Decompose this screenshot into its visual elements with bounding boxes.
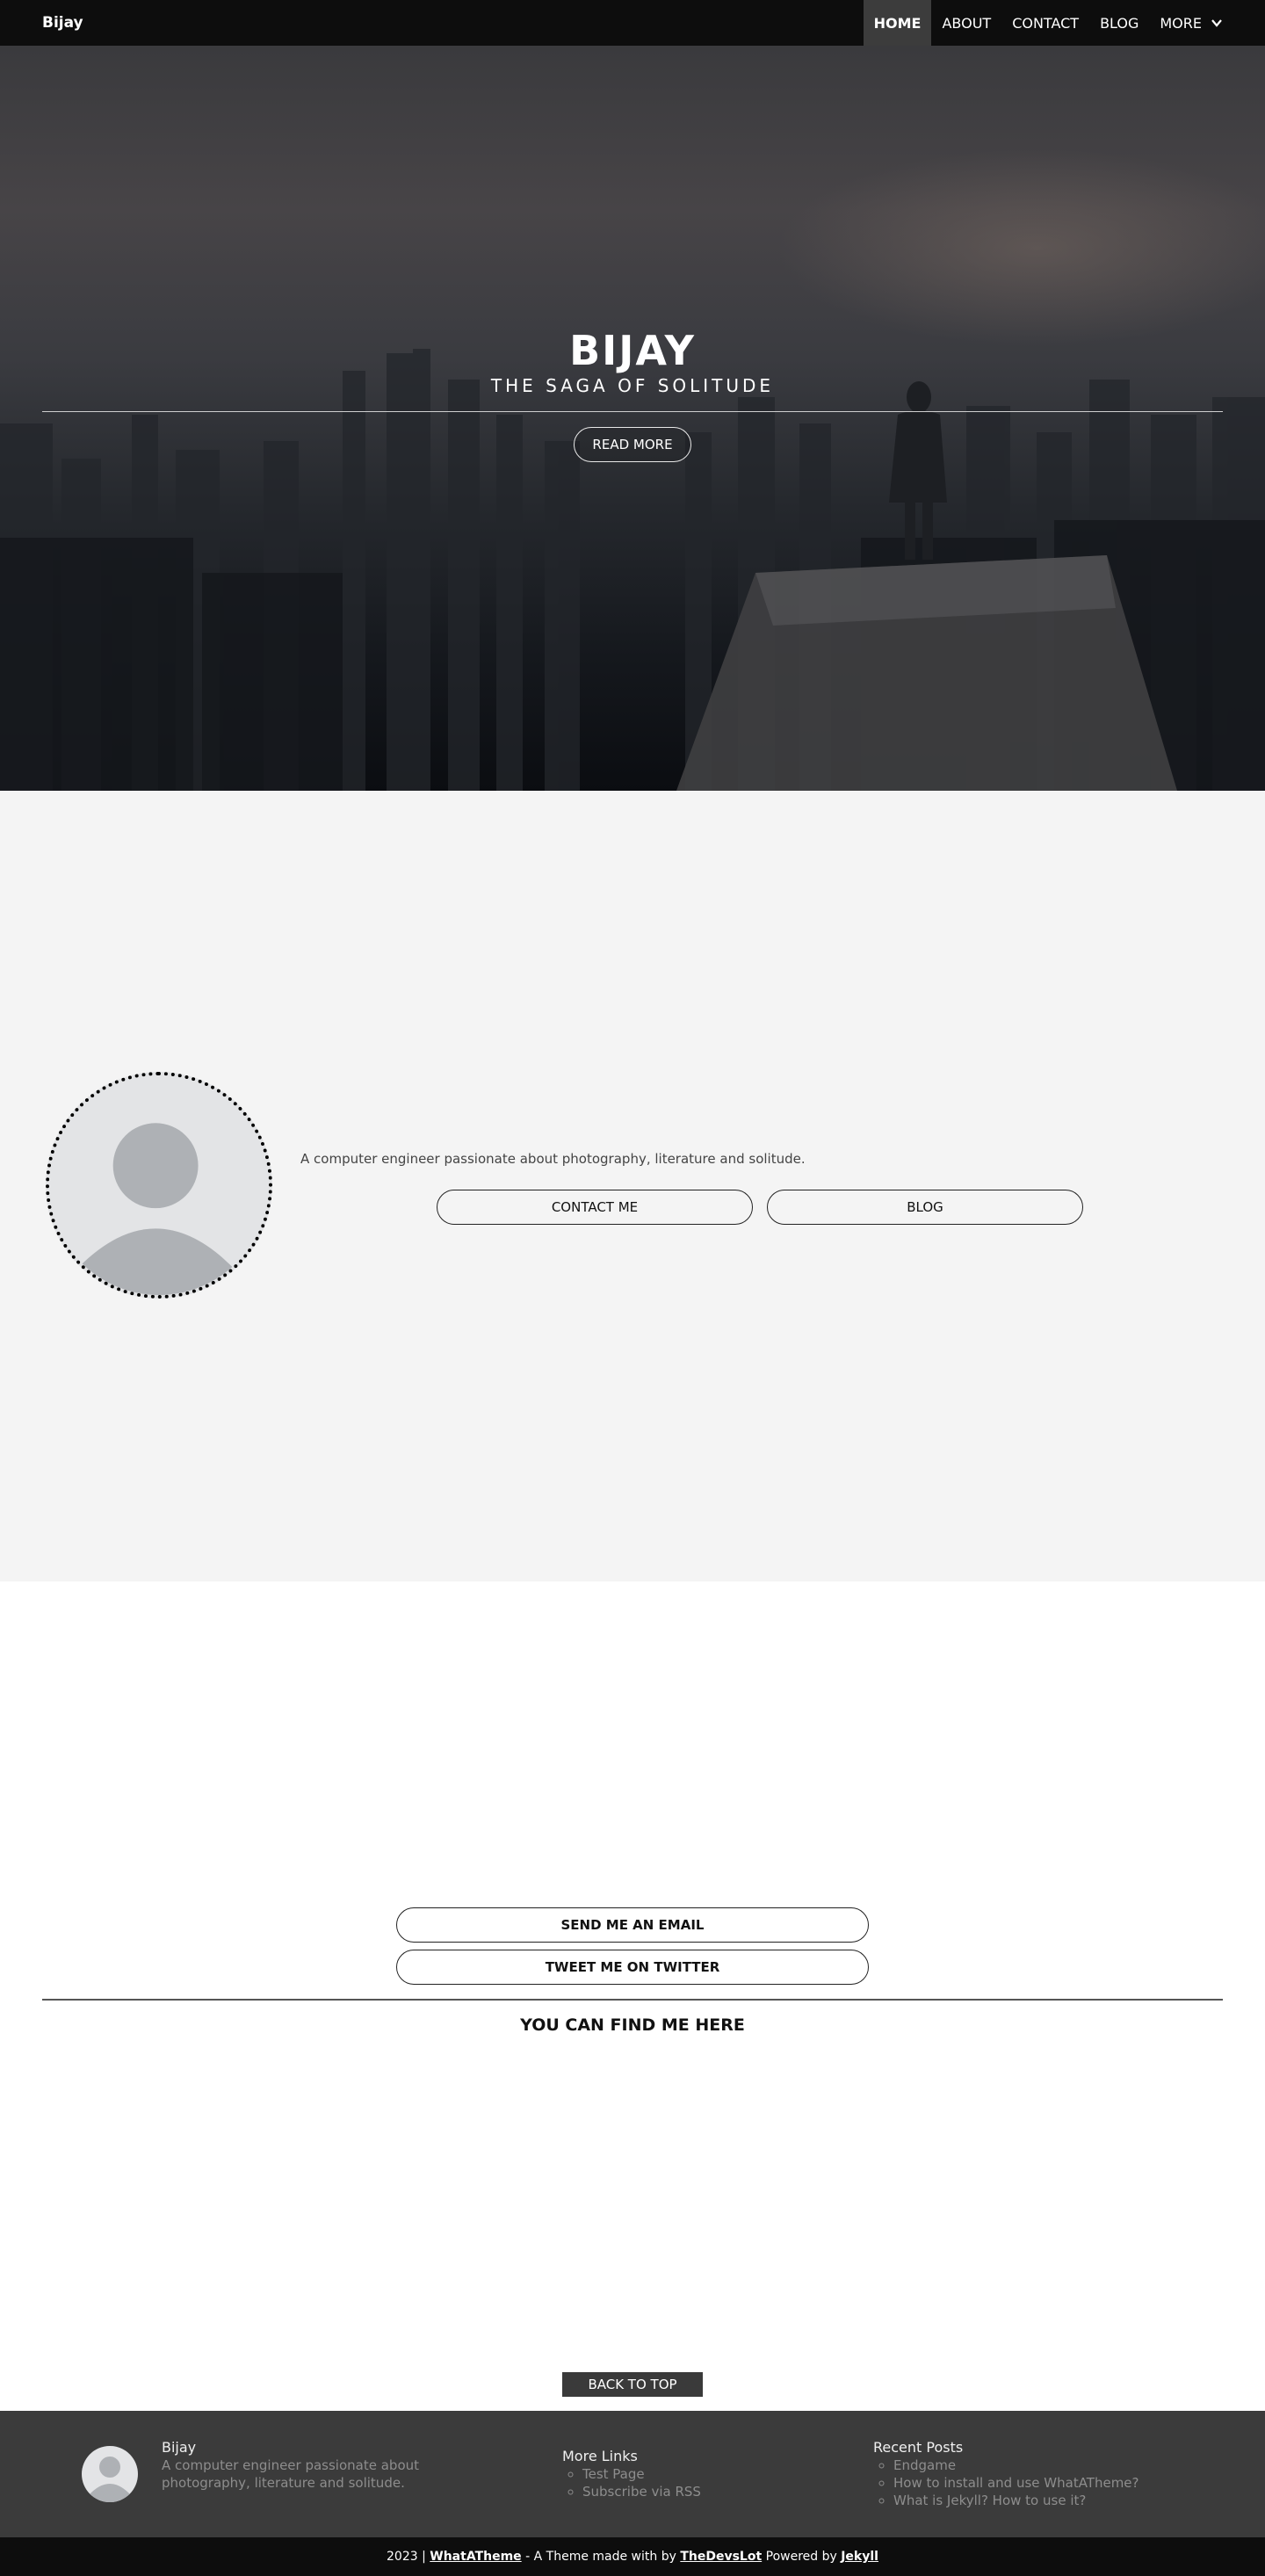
theme-link[interactable]: WhatATheme — [430, 2550, 521, 2564]
footer-bio: A computer engineer passionate about pho… — [162, 2457, 420, 2491]
hero-divider — [42, 411, 1223, 412]
hero-section: BIJAY THE SAGA OF SOLITUDE READ MORE — [0, 46, 1265, 791]
contact-section: SEND ME AN EMAIL TWEET ME ON TWITTER YOU… — [0, 1581, 1265, 2411]
nav-home[interactable]: HOME — [863, 0, 932, 46]
more-links-heading: More Links — [562, 2448, 638, 2464]
contact-divider — [42, 1999, 1223, 2001]
recent-post-endgame[interactable]: Endgame — [893, 2457, 1139, 2474]
copyright-powered: Powered by — [762, 2550, 842, 2564]
jekyll-link[interactable]: Jekyll — [841, 2550, 878, 2564]
site-footer: Bijay A computer engineer passionate abo… — [0, 2411, 1265, 2537]
more-links-list: Test Page Subscribe via RSS — [563, 2465, 701, 2500]
recent-post-jekyll[interactable]: What is Jekyll? How to use it? — [893, 2492, 1139, 2509]
footer-link-test-page[interactable]: Test Page — [582, 2465, 701, 2483]
footer-avatar — [82, 2446, 138, 2502]
footer-name: Bijay — [162, 2439, 197, 2456]
contact-me-button[interactable]: CONTACT ME — [437, 1190, 753, 1225]
recent-posts-list: Endgame How to install and use WhatAThem… — [874, 2457, 1139, 2509]
nav-contact[interactable]: CONTACT — [1001, 0, 1089, 46]
hero-title: BIJAY — [569, 327, 696, 374]
read-more-button[interactable]: READ MORE — [574, 427, 691, 462]
copyright-prefix: 2023 | — [387, 2550, 426, 2564]
nav-more-label: MORE — [1160, 14, 1202, 32]
copyright-bar: 2023 | WhatATheme - A Theme made with by… — [0, 2537, 1265, 2576]
top-navbar: Bijay HOME ABOUT CONTACT BLOG MORE — [0, 0, 1265, 46]
tweet-twitter-button[interactable]: TWEET ME ON TWITTER — [396, 1950, 869, 1985]
user-avatar-icon — [89, 2457, 131, 2502]
profile-avatar — [46, 1072, 272, 1299]
chevron-down-icon — [1211, 19, 1222, 27]
nav-blog[interactable]: BLOG — [1089, 0, 1149, 46]
hero-subtitle: THE SAGA OF SOLITUDE — [490, 375, 775, 396]
about-section: A computer engineer passionate about pho… — [0, 791, 1265, 1581]
recent-post-whatatheme[interactable]: How to install and use WhatATheme? — [893, 2474, 1139, 2492]
footer-link-rss[interactable]: Subscribe via RSS — [582, 2483, 701, 2500]
brand-link[interactable]: Bijay — [42, 14, 83, 32]
nav-more-dropdown[interactable]: MORE — [1149, 0, 1233, 46]
nav-about[interactable]: ABOUT — [931, 0, 1001, 46]
about-description: A computer engineer passionate about pho… — [300, 1151, 806, 1167]
user-avatar-icon — [75, 1123, 237, 1295]
send-email-button[interactable]: SEND ME AN EMAIL — [396, 1907, 869, 1943]
hero-background-image — [0, 349, 1265, 791]
find-me-heading: YOU CAN FIND ME HERE — [520, 2015, 745, 2035]
recent-posts-heading: Recent Posts — [873, 2439, 964, 2456]
author-link[interactable]: TheDevsLot — [680, 2550, 762, 2564]
copyright-middle: - A Theme made with by — [521, 2550, 681, 2564]
blog-button[interactable]: BLOG — [767, 1190, 1083, 1225]
back-to-top-button[interactable]: BACK TO TOP — [562, 2372, 703, 2397]
main-nav: HOME ABOUT CONTACT BLOG MORE — [863, 0, 1233, 46]
